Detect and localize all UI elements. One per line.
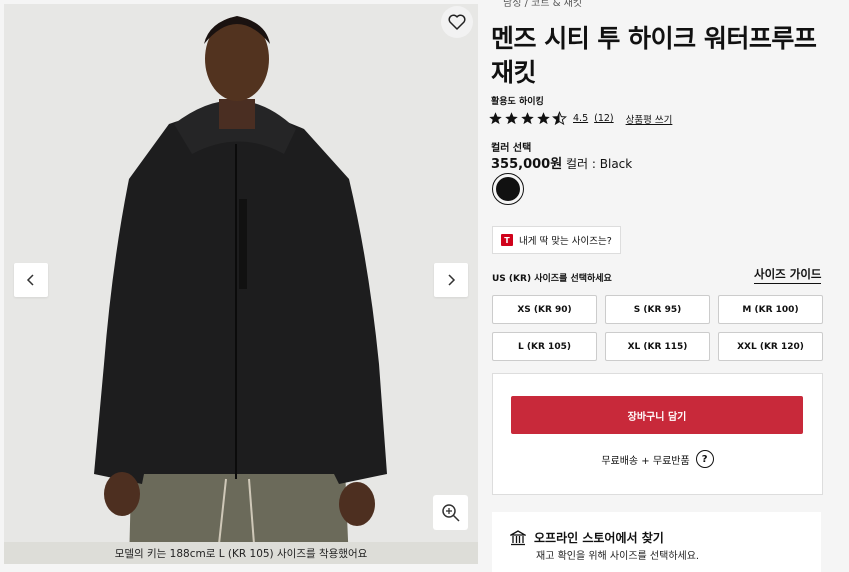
size-option-xs[interactable]: XS (KR 90) xyxy=(492,295,597,324)
size-option-l[interactable]: L (KR 105) xyxy=(492,332,597,361)
fit-finder-label: 내게 딱 맞는 사이즈는? xyxy=(519,236,612,247)
color-swatch-black[interactable] xyxy=(492,173,524,205)
size-select-label: US (KR) 사이즈를 선택하세요 xyxy=(492,274,612,284)
shipping-label: 무료배송 + 무료반품 xyxy=(601,455,690,467)
review-count[interactable]: (12) xyxy=(594,113,614,124)
store-finder-subtitle: 재고 확인을 위해 사이즈를 선택하세요. xyxy=(536,551,700,562)
star-rating xyxy=(488,111,567,126)
activity-label: 활용도 하이킹 xyxy=(491,97,544,107)
size-option-m[interactable]: M (KR 100) xyxy=(718,295,823,324)
zoom-in-icon xyxy=(441,503,460,522)
wishlist-button[interactable] xyxy=(441,6,473,38)
color-select-label: 컬러 선택 xyxy=(491,143,532,154)
store-finder-title-row: 오프라인 스토어에서 찾기 xyxy=(510,529,664,546)
product-details-panel: 남성 / 코트 & 재킷 멘즈 시티 투 하이크 워터프루프 재킷 활용도 하이… xyxy=(478,0,849,572)
fit-finder-icon: T xyxy=(501,234,513,246)
shipping-info: 무료배송 + 무료반품 ? xyxy=(493,450,822,468)
zoom-button[interactable] xyxy=(433,495,468,530)
swatch-fill xyxy=(496,177,520,201)
product-photo xyxy=(4,4,478,564)
size-option-s[interactable]: S (KR 95) xyxy=(605,295,710,324)
size-guide-link[interactable]: 사이즈 가이드 xyxy=(754,266,822,284)
product-title: 멘즈 시티 투 하이크 워터프루프 재킷 xyxy=(491,24,817,87)
chevron-right-icon xyxy=(448,274,456,286)
model-size-caption: 모델의 키는 188cm로 L (KR 105) 사이즈를 착용했어요 xyxy=(4,542,478,564)
half-star-icon xyxy=(552,111,567,126)
next-image-button[interactable] xyxy=(434,263,468,297)
store-icon xyxy=(510,529,526,545)
chevron-left-icon xyxy=(26,274,34,286)
star-icon xyxy=(489,112,502,125)
rating-row: 4.5 (12) 상품평 쓰기 xyxy=(488,111,672,126)
star-icon xyxy=(505,112,518,125)
price-row: 355,000원 컬러 : Black xyxy=(491,153,632,172)
heart-icon xyxy=(448,14,466,30)
size-option-xxl[interactable]: XXL (KR 120) xyxy=(718,332,823,361)
add-to-cart-button[interactable]: 장바구니 담기 xyxy=(511,396,803,434)
price: 355,000원 xyxy=(491,157,563,172)
product-image-gallery: 모델의 키는 188cm로 L (KR 105) 사이즈를 착용했어요 xyxy=(4,4,478,564)
breadcrumb[interactable]: 남성 / 코트 & 재킷 xyxy=(503,0,582,9)
color-name: 컬러 : Black xyxy=(566,157,633,171)
help-icon[interactable]: ? xyxy=(695,450,714,468)
fit-finder-button[interactable]: T 내게 딱 맞는 사이즈는? xyxy=(492,226,621,254)
star-icon xyxy=(521,112,534,125)
prev-image-button[interactable] xyxy=(14,263,48,297)
size-grid: XS (KR 90) S (KR 95) M (KR 100) L (KR 10… xyxy=(492,295,823,361)
store-finder-title: 오프라인 스토어에서 찾기 xyxy=(534,531,664,545)
rating-score[interactable]: 4.5 xyxy=(573,113,588,124)
write-review-link[interactable]: 상품평 쓰기 xyxy=(626,112,673,126)
size-option-xl[interactable]: XL (KR 115) xyxy=(605,332,710,361)
cart-box: 장바구니 담기 무료배송 + 무료반품 ? xyxy=(492,373,823,495)
store-finder-box[interactable]: 오프라인 스토어에서 찾기 재고 확인을 위해 사이즈를 선택하세요. xyxy=(492,512,821,572)
star-icon xyxy=(537,112,550,125)
